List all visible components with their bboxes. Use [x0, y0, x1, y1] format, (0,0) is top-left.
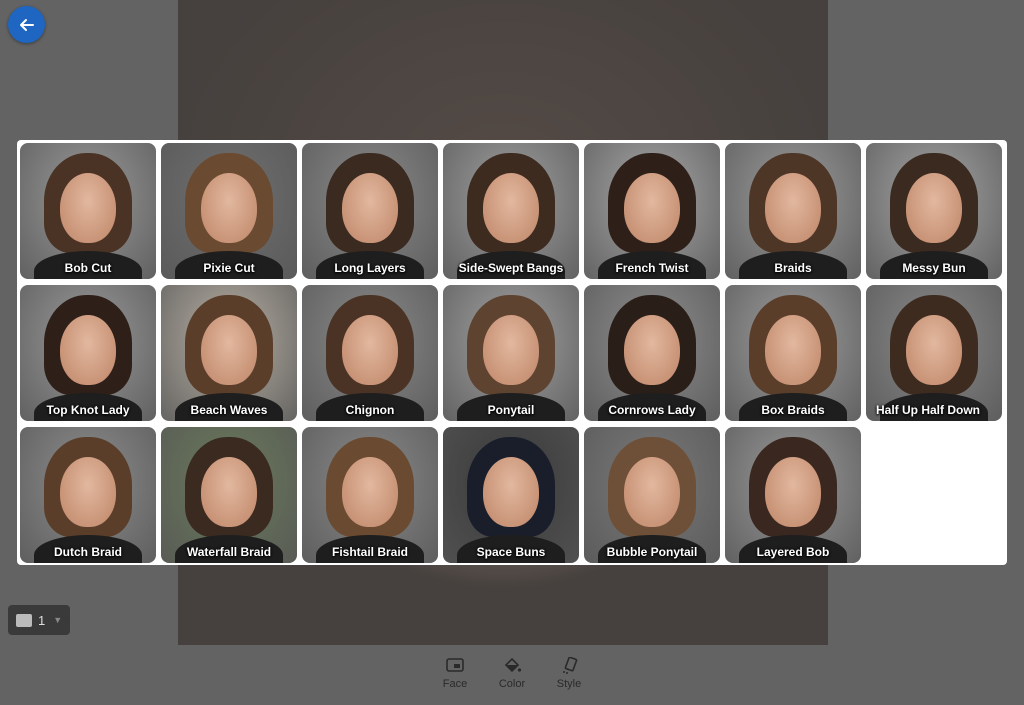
hairstyle-label: Box Braids — [761, 403, 825, 417]
hairstyle-face — [906, 173, 962, 243]
hairstyle-face — [201, 315, 257, 385]
hairstyle-tile[interactable]: Pixie Cut — [161, 143, 297, 279]
hairstyle-tile[interactable]: Side-Swept Bangs — [443, 143, 579, 279]
hairstyle-tile[interactable]: Long Layers — [302, 143, 438, 279]
hairstyle-tile[interactable]: Fishtail Braid — [302, 427, 438, 563]
style-tab[interactable]: Style — [544, 657, 594, 690]
paint-bucket-icon — [504, 657, 522, 673]
style-icon — [563, 657, 578, 674]
hairstyle-face — [906, 315, 962, 385]
hairstyle-tile[interactable]: Half Up Half Down — [866, 285, 1002, 421]
image-count-selector[interactable]: 1 ▼ — [8, 605, 70, 635]
hairstyle-label: Braids — [774, 261, 812, 275]
hairstyle-tile[interactable]: Ponytail — [443, 285, 579, 421]
hairstyle-label: Waterfall Braid — [186, 545, 272, 559]
hairstyle-face — [201, 457, 257, 527]
hairstyle-face — [342, 315, 398, 385]
hairstyle-face — [342, 173, 398, 243]
color-tab-label: Color — [498, 678, 526, 690]
hairstyle-label: Long Layers — [334, 261, 406, 275]
hairstyle-label: Fishtail Braid — [331, 545, 408, 559]
hairstyle-face — [624, 173, 680, 243]
color-tab[interactable]: Color — [487, 657, 537, 690]
hairstyle-label: Beach Waves — [190, 403, 268, 417]
hairstyle-tile[interactable]: Messy Bun — [866, 143, 1002, 279]
chevron-down-icon: ▼ — [53, 615, 63, 625]
hairstyle-tile[interactable]: Beach Waves — [161, 285, 297, 421]
hairstyle-face — [60, 315, 116, 385]
hairstyle-tile[interactable]: Space Buns — [443, 427, 579, 563]
hairstyle-tile[interactable]: Waterfall Braid — [161, 427, 297, 563]
hairstyle-label: Top Knot Lady — [46, 403, 130, 417]
face-icon — [446, 658, 464, 672]
hairstyle-tile[interactable]: Bob Cut — [20, 143, 156, 279]
hairstyle-face — [483, 173, 539, 243]
face-tab-label: Face — [442, 678, 468, 690]
hairstyle-label: Bob Cut — [64, 261, 112, 275]
image-count-value: 1 — [38, 612, 46, 628]
hairstyle-label: Cornrows Lady — [608, 403, 696, 417]
hairstyle-tile[interactable]: Chignon — [302, 285, 438, 421]
hairstyle-face — [60, 457, 116, 527]
hairstyle-picker-panel: Bob Cut Pixie Cut Long Layers Side-Swept Ba… — [17, 140, 1007, 565]
hairstyle-label: Side-Swept Bangs — [458, 261, 564, 275]
hairstyle-face — [483, 315, 539, 385]
hairstyle-face — [342, 457, 398, 527]
hairstyle-tile[interactable]: Layered Bob — [725, 427, 861, 563]
image-icon — [16, 613, 32, 627]
hairstyle-label: Chignon — [345, 403, 395, 417]
hairstyle-tile[interactable]: Braids — [725, 143, 861, 279]
back-button[interactable] — [8, 6, 45, 43]
hairstyle-tile[interactable]: Cornrows Lady — [584, 285, 720, 421]
hairstyle-tile[interactable]: Dutch Braid — [20, 427, 156, 563]
hairstyle-label: Dutch Braid — [53, 545, 122, 559]
hairstyle-face — [765, 173, 821, 243]
hairstyle-label: Messy Bun — [902, 261, 966, 275]
hairstyle-tile[interactable]: Bubble Ponytail — [584, 427, 720, 563]
hairstyle-tile[interactable]: Box Braids — [725, 285, 861, 421]
face-tab[interactable]: Face — [430, 657, 480, 690]
hairstyle-face — [483, 457, 539, 527]
hairstyle-label: Layered Bob — [756, 545, 830, 559]
style-tab-label: Style — [556, 678, 582, 690]
hairstyle-label: Pixie Cut — [203, 261, 255, 275]
hairstyle-label: Half Up Half Down — [876, 403, 980, 417]
hairstyle-face — [624, 315, 680, 385]
hairstyle-label: Bubble Ponytail — [606, 545, 698, 559]
hairstyle-tile[interactable]: French Twist — [584, 143, 720, 279]
hairstyle-label: French Twist — [615, 261, 689, 275]
hairstyle-label: Space Buns — [476, 545, 546, 559]
hairstyle-face — [201, 173, 257, 243]
hairstyle-face — [765, 315, 821, 385]
hairstyle-face — [624, 457, 680, 527]
arrow-left-icon — [19, 18, 34, 31]
hairstyle-tile[interactable]: Top Knot Lady — [20, 285, 156, 421]
hairstyle-label: Ponytail — [487, 403, 535, 417]
hairstyle-face — [60, 173, 116, 243]
hairstyle-face — [765, 457, 821, 527]
